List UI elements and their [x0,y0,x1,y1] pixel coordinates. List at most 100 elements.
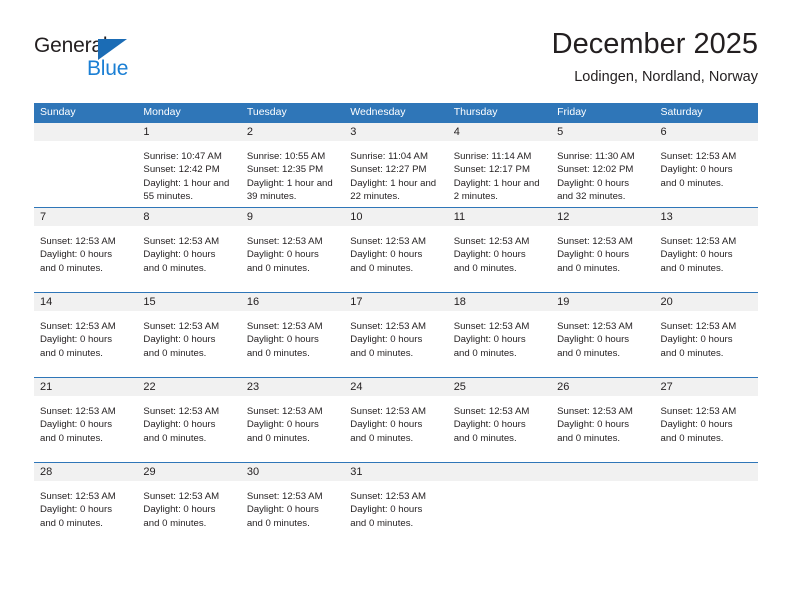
day-detail-line: Sunset: 12:53 AM [557,321,633,332]
calendar-day-cell[interactable]: 1 Sunrise: 10:47 AM Sunset: 12:42 PM Daylig… [137,122,241,208]
day-number: 23 [240,378,345,396]
calendar-day-cell[interactable]: 7 Sunset: 12:53 AM Daylight: 0 hours and 0… [34,207,138,293]
day-details: Sunset: 12:53 AM Daylight: 0 hours and 0 … [34,481,137,530]
day-number [34,123,138,141]
day-detail-line: Sunset: 12:53 AM [143,406,220,417]
day-number: 17 [344,293,448,311]
calendar-table: Sunday Monday Tuesday Wednesday Thursday Frid… [34,103,758,547]
calendar-day-cell[interactable]: 30 Sunset: 12:53 AM Daylight: 0 hours and … [240,462,345,547]
day-detail-line: Sunset: 12:53 AM [40,406,116,417]
calendar-day-cell[interactable]: 24 Sunset: 12:53 AM Daylight: 0 hours and … [344,377,448,463]
page-subtitle: Lodingen, Nordland, Norway [574,69,758,85]
calendar-day-cell[interactable]: 31 Sunset: 12:53 AM Daylight: 0 hours and … [344,462,448,547]
day-number: 19 [551,293,655,311]
day-detail-line: Sunset: 12:42 PM [143,164,220,176]
calendar-day-cell[interactable]: 14 Sunset: 12:53 AM Daylight: 0 hours and … [34,292,138,378]
weekday-header-sunday: Sunday [34,103,138,123]
day-details: Sunset: 12:53 AM Daylight: 0 hours and 0 … [655,311,758,360]
day-detail-line: Daylight: 0 hours and 0 minutes. [660,419,733,444]
day-details: Sunrise: 11:30 AM Sunset: 12:02 PM Dayligh… [551,141,654,203]
calendar-empty-cell [447,462,552,547]
day-number: 16 [240,293,345,311]
day-number: 22 [137,378,241,396]
calendar-week-row: 28 Sunset: 12:53 AM Daylight: 0 hours and … [34,462,758,547]
calendar-day-cell[interactable]: 16 Sunset: 12:53 AM Daylight: 0 hours and … [240,292,345,378]
day-number [447,463,552,481]
day-detail-line: Daylight: 0 hours and 0 minutes. [557,419,630,444]
day-number: 14 [34,293,138,311]
day-detail-line: Daylight: 0 hours and 0 minutes. [350,504,423,529]
day-details: Sunset: 12:53 AM Daylight: 0 hours and 0 … [551,396,654,445]
calendar-day-cell[interactable]: 26 Sunset: 12:53 AM Daylight: 0 hours and … [551,377,655,463]
day-detail-line: Daylight: 0 hours and 0 minutes. [246,249,319,274]
calendar-day-cell[interactable]: 18 Sunset: 12:53 AM Daylight: 0 hours and … [447,292,552,378]
day-details: Sunset: 12:53 AM Daylight: 0 hours and 0 … [655,141,758,190]
day-detail-line: Sunset: 12:35 PM [246,164,324,176]
day-detail-line: Sunrise: 10:47 AM [143,151,222,162]
day-detail-line: Sunset: 12:53 AM [453,321,530,332]
weekday-header-saturday: Saturday [654,103,758,123]
calendar-day-cell[interactable]: 5 Sunrise: 11:30 AM Sunset: 12:02 PM Daylig… [551,122,655,208]
calendar-day-cell[interactable]: 8 Sunset: 12:53 AM Daylight: 0 hours and 0… [137,207,241,293]
calendar-day-cell[interactable]: 11 Sunset: 12:53 AM Daylight: 0 hours and … [447,207,552,293]
calendar-day-cell[interactable]: 28 Sunset: 12:53 AM Daylight: 0 hours and … [34,462,138,547]
weekday-header-tuesday: Tuesday [240,103,345,123]
calendar-day-cell[interactable]: 15 Sunset: 12:53 AM Daylight: 0 hours and … [137,292,241,378]
calendar-day-cell[interactable]: 6 Sunset: 12:53 AM Daylight: 0 hours and 0… [654,122,758,208]
day-number: 18 [447,293,552,311]
day-number: 1 [137,123,241,141]
generalblue-logo[interactable]: General Blue [34,34,164,84]
day-details: Sunset: 12:53 AM Daylight: 0 hours and 0 … [241,396,344,445]
day-detail-line: Daylight: 0 hours and 0 minutes. [557,334,630,359]
day-detail-line: Daylight: 0 hours and 0 minutes. [246,334,319,359]
day-detail-line: Sunrise: 11:04 AM [350,151,428,162]
calendar-day-cell[interactable]: 22 Sunset: 12:53 AM Daylight: 0 hours and … [137,377,241,463]
day-details: Sunrise: 10:55 AM Sunset: 12:35 PM Dayligh… [241,141,344,203]
calendar-day-cell[interactable]: 17 Sunset: 12:53 AM Daylight: 0 hours and … [344,292,448,378]
day-detail-line: Sunset: 12:53 AM [246,236,323,247]
day-number: 6 [654,123,758,141]
calendar-day-cell[interactable]: 9 Sunset: 12:53 AM Daylight: 0 hours and 0… [240,207,345,293]
calendar-day-cell[interactable]: 29 Sunset: 12:53 AM Daylight: 0 hours and … [137,462,241,547]
day-number: 13 [654,208,758,226]
day-details: Sunset: 12:53 AM Daylight: 0 hours and 0 … [241,481,344,530]
calendar-day-cell[interactable]: 12 Sunset: 12:53 AM Daylight: 0 hours and … [551,207,655,293]
day-number: 30 [240,463,345,481]
day-details: Sunset: 12:53 AM Daylight: 0 hours and 0 … [344,311,447,360]
day-detail-line: Daylight: 0 hours and 0 minutes. [40,334,112,359]
calendar-day-cell[interactable]: 27 Sunset: 12:53 AM Daylight: 0 hours and … [654,377,758,463]
calendar-day-cell[interactable]: 3 Sunrise: 11:04 AM Sunset: 12:27 PM Daylig… [344,122,448,208]
day-detail-line: Daylight: 0 hours and 0 minutes. [660,334,733,359]
weekday-header-friday: Friday [551,103,655,123]
day-number: 2 [240,123,345,141]
calendar-week-row: 1 Sunrise: 10:47 AM Sunset: 12:42 PM Daylig… [34,122,758,208]
day-number: 12 [551,208,655,226]
calendar-day-cell[interactable]: 13 Sunset: 12:53 AM Daylight: 0 hours and … [654,207,758,293]
day-number: 29 [137,463,241,481]
day-details: Sunrise: 10:47 AM Sunset: 12:42 PM Dayligh… [137,141,240,203]
day-number [551,463,655,481]
day-detail-line: Sunset: 12:27 PM [350,164,427,176]
day-number: 11 [447,208,552,226]
calendar-day-cell[interactable]: 23 Sunset: 12:53 AM Daylight: 0 hours and … [240,377,345,463]
day-detail-line: Sunset: 12:53 AM [246,491,323,502]
day-number: 4 [447,123,552,141]
calendar-empty-cell [34,122,138,208]
calendar-day-cell[interactable]: 25 Sunset: 12:53 AM Daylight: 0 hours and … [447,377,552,463]
day-detail-line: Daylight: 0 hours and 0 minutes. [246,419,319,444]
weekday-header-thursday: Thursday [447,103,552,123]
day-details: Sunset: 12:53 AM Daylight: 0 hours and 0 … [34,396,137,445]
day-number: 5 [551,123,655,141]
day-detail-line: Sunset: 12:53 AM [660,151,737,162]
calendar-day-cell[interactable]: 10 Sunset: 12:53 AM Daylight: 0 hours and … [344,207,448,293]
calendar-day-cell[interactable]: 19 Sunset: 12:53 AM Daylight: 0 hours and … [551,292,655,378]
calendar-day-cell[interactable]: 4 Sunrise: 11:14 AM Sunset: 12:17 PM Daylig… [447,122,552,208]
day-detail-line: Daylight: 0 hours and 0 minutes. [350,249,423,274]
day-details: Sunset: 12:53 AM Daylight: 0 hours and 0 … [448,396,551,445]
calendar-day-cell[interactable]: 20 Sunset: 12:53 AM Daylight: 0 hours and … [654,292,758,378]
calendar-day-cell[interactable]: 21 Sunset: 12:53 AM Daylight: 0 hours and … [34,377,138,463]
calendar-day-cell[interactable]: 2 Sunrise: 10:55 AM Sunset: 12:35 PM Daylig… [240,122,345,208]
day-details: Sunset: 12:53 AM Daylight: 0 hours and 0 … [344,226,447,275]
day-detail-line: Daylight: 0 hours and 0 minutes. [143,504,216,529]
day-number: 10 [344,208,448,226]
